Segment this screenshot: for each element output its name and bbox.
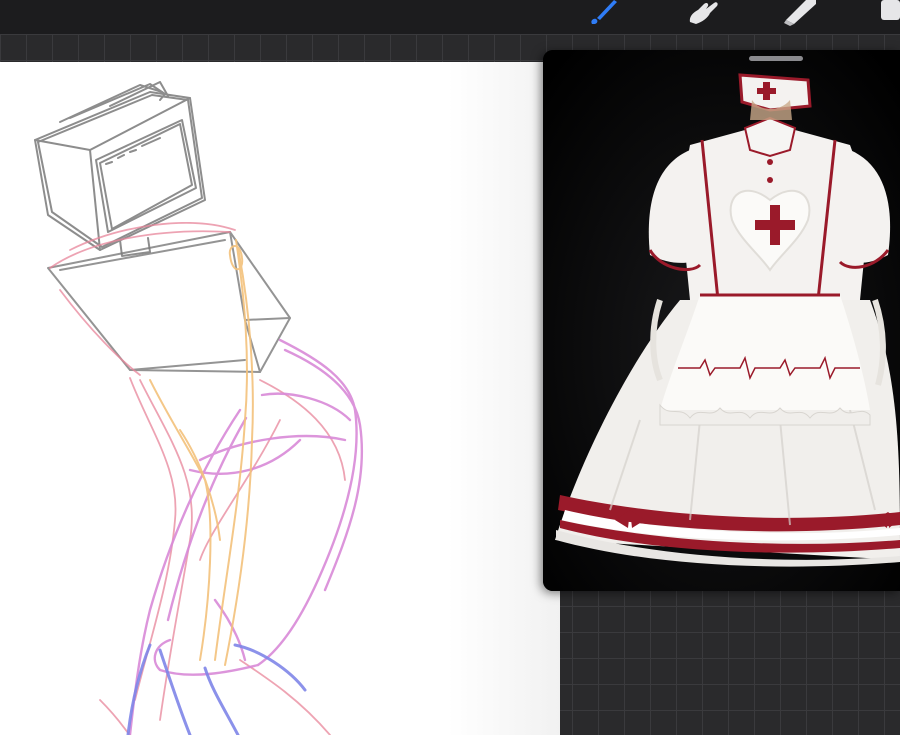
top-toolbar [0,0,900,34]
drawing-canvas[interactable] [0,62,560,735]
sketch-drawing [34,81,364,735]
layers-tool-icon[interactable] [878,0,900,26]
eraser-tool-icon[interactable] [780,0,820,26]
nurse-dress-photo [543,50,900,591]
smudge-tool-icon[interactable] [684,0,724,26]
reference-drag-handle[interactable] [749,56,803,61]
reference-window[interactable] [543,50,900,591]
brush-tool-icon[interactable] [586,0,622,26]
